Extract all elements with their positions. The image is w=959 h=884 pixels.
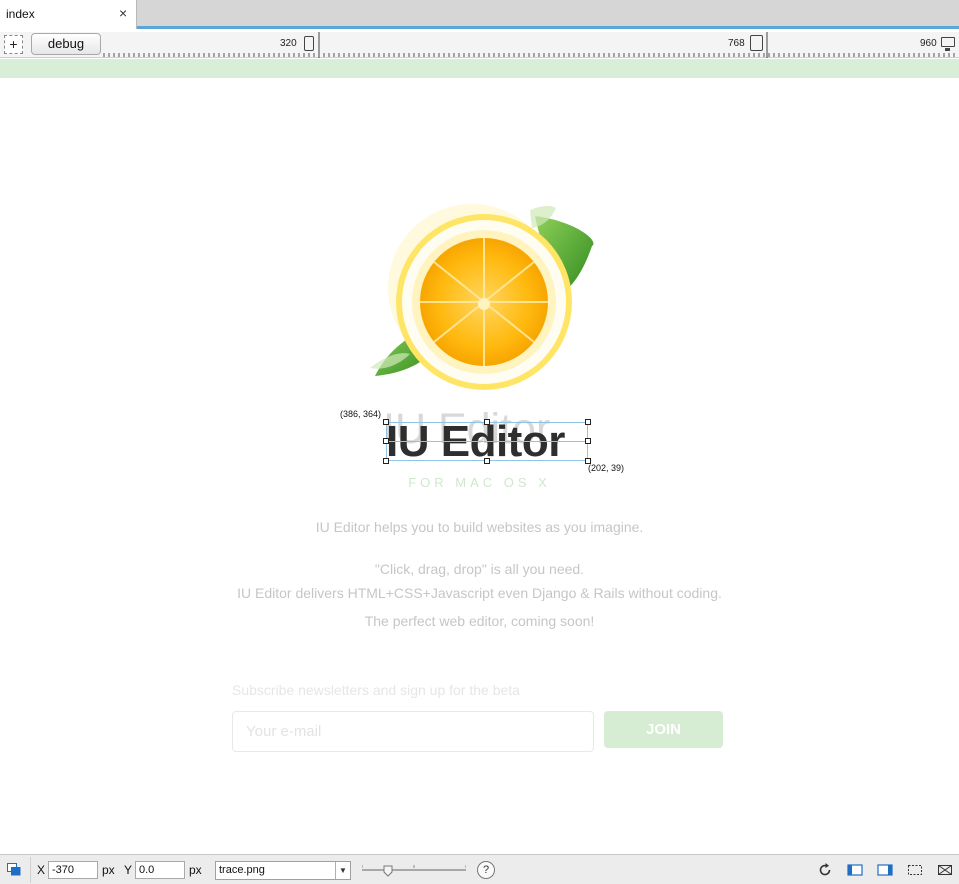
tab-label: index <box>6 7 35 21</box>
x-position-field[interactable]: -370 <box>48 861 98 879</box>
bottom-toolbar: X -370 px Y 0.0 px trace.png ▼ ? <box>0 854 959 884</box>
left-panel-icon[interactable] <box>847 862 863 878</box>
tagline-3-text[interactable]: The perfect web editor, coming soon! <box>0 613 959 629</box>
selection-origin-label: (386, 364) <box>340 409 382 419</box>
email-input[interactable] <box>232 711 594 752</box>
subtitle-text[interactable]: FOR MAC OS X <box>0 475 959 490</box>
x-label: X <box>37 863 46 877</box>
tab-close-icon[interactable]: × <box>119 5 127 21</box>
resize-handle-nw[interactable] <box>383 419 389 425</box>
breakpoint-960-label[interactable]: 960 <box>920 38 937 49</box>
refresh-icon[interactable] <box>817 862 833 878</box>
close-box-icon[interactable] <box>937 862 953 878</box>
selection-icon[interactable] <box>907 862 923 878</box>
y-unit-label: px <box>189 863 202 877</box>
selection-guide-line <box>386 441 588 442</box>
tab-bar: index × <box>0 0 959 29</box>
selection-size-label: (202, 39) <box>588 463 625 473</box>
y-label: Y <box>124 863 133 877</box>
right-panel-icon[interactable] <box>877 862 893 878</box>
breakpoint-320-label[interactable]: 320 <box>280 38 297 49</box>
chevron-down-icon[interactable]: ▼ <box>335 862 350 879</box>
resize-handle-sw[interactable] <box>383 458 389 464</box>
phone-icon[interactable] <box>304 36 314 51</box>
tagline-2-text[interactable]: IU Editor delivers HTML+CSS+Javascript e… <box>0 585 959 601</box>
trace-opacity-slider[interactable] <box>362 863 466 877</box>
join-button[interactable]: JOIN <box>604 711 723 748</box>
x-unit-label: px <box>102 863 115 877</box>
tab-index[interactable]: index × <box>0 0 137 29</box>
resize-handle-s[interactable] <box>484 458 490 464</box>
debug-button[interactable]: debug <box>31 33 101 55</box>
ruler-toolbar: + debug 320 768 960 <box>0 32 959 58</box>
add-breakpoint-button[interactable]: + <box>4 35 23 54</box>
resize-handle-e[interactable] <box>585 438 591 444</box>
tagline-1-text[interactable]: "Click, drag, drop" is all you need. <box>0 561 959 577</box>
desktop-icon[interactable] <box>941 37 955 51</box>
header-section-strip[interactable] <box>0 59 959 78</box>
lemon-logo-image[interactable] <box>360 196 610 396</box>
tablet-icon[interactable] <box>750 35 763 51</box>
trace-image-select[interactable]: trace.png ▼ <box>215 861 351 880</box>
description-text[interactable]: IU Editor helps you to build websites as… <box>0 519 959 535</box>
breakpoint-768-label[interactable]: 768 <box>728 38 745 49</box>
ruler <box>103 32 955 58</box>
toolbar-divider <box>30 857 31 883</box>
resize-handle-n[interactable] <box>484 419 490 425</box>
layers-icon[interactable] <box>7 863 21 876</box>
resize-handle-w[interactable] <box>383 438 389 444</box>
newsletter-label[interactable]: Subscribe newsletters and sign up for th… <box>232 682 520 698</box>
trace-image-value: trace.png <box>219 864 265 876</box>
y-position-field[interactable]: 0.0 <box>135 861 185 879</box>
resize-handle-ne[interactable] <box>585 419 591 425</box>
help-button[interactable]: ? <box>477 861 495 879</box>
